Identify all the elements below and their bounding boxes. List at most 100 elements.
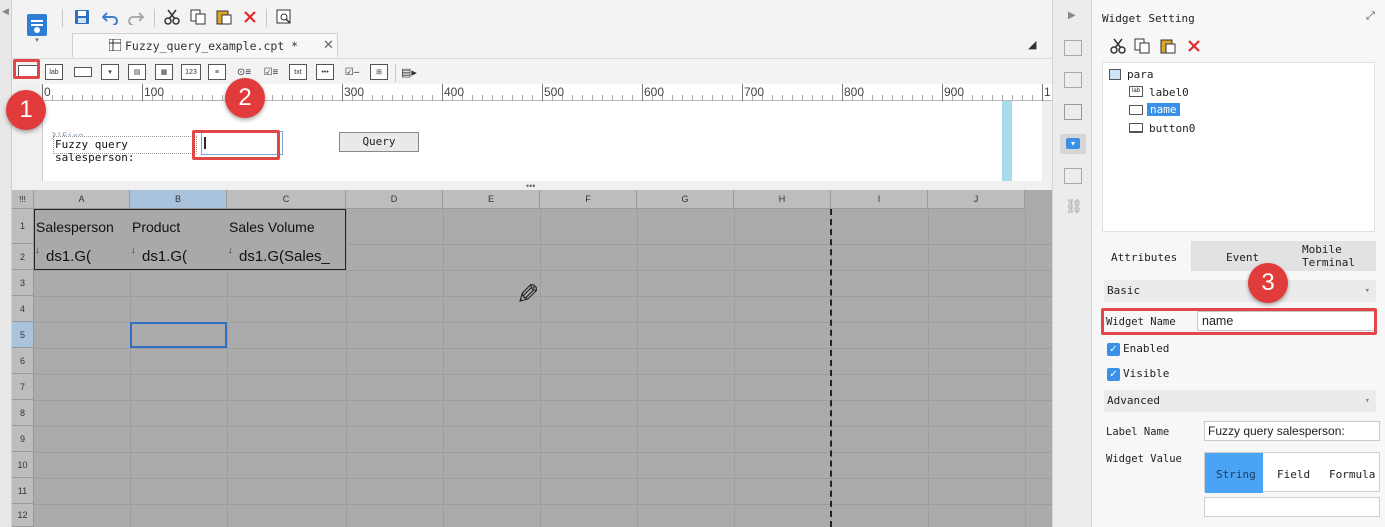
row-header[interactable]: 3 (12, 270, 34, 296)
list-widget-icon[interactable]: ▤ (128, 64, 146, 80)
float-element-icon[interactable] (1064, 104, 1082, 120)
basic-section[interactable]: Basic ▾ (1104, 280, 1376, 302)
cell-element-icon[interactable] (1064, 40, 1082, 56)
column-header[interactable]: F (540, 190, 637, 209)
more-widgets-icon[interactable]: ▤▸ (400, 64, 418, 80)
column-header[interactable]: A (34, 190, 130, 209)
column-header[interactable]: C (227, 190, 346, 209)
date-widget-icon[interactable]: ▦ (155, 64, 173, 80)
collapse-panel-icon[interactable]: ⤢ (1366, 10, 1375, 23)
tab-attributes[interactable]: Attributes (1102, 241, 1192, 271)
query-button[interactable]: Query (339, 132, 419, 152)
password-widget-icon[interactable]: ••• (316, 64, 334, 80)
column-gridline (443, 209, 444, 527)
label-name-input[interactable]: Fuzzy query salesperson: (1204, 421, 1380, 441)
column-gridline (540, 209, 541, 527)
label-name-label: Label Name (1106, 426, 1170, 438)
column-header[interactable]: H (734, 190, 831, 209)
header-cell[interactable]: Salesperson (36, 219, 128, 235)
value-type-string[interactable]: String (1205, 453, 1263, 493)
hyperlink-icon[interactable]: ⛓ (1065, 198, 1083, 215)
label-widget[interactable]: Fuzzy query salesperson: (53, 136, 197, 164)
row-header[interactable]: 12 (12, 504, 34, 527)
preview-icon[interactable] (274, 7, 294, 27)
page-break-line (830, 209, 832, 527)
cell-attribute-icon[interactable] (1064, 72, 1082, 88)
ruler-label: 700 (744, 85, 765, 99)
text-widget-icon[interactable] (74, 67, 92, 77)
value-type-formula[interactable]: Formula (1321, 453, 1381, 493)
checkbox-group-icon[interactable]: ☑≡ (262, 64, 280, 80)
formula-cell[interactable]: ds1.G(Sales_ (239, 248, 344, 265)
undo-icon[interactable] (100, 7, 120, 27)
tree-widget-icon[interactable]: ⊞ (370, 64, 388, 80)
copy-icon[interactable] (188, 7, 208, 27)
file-tab[interactable]: Fuzzy_query_example.cpt * ✕ (72, 33, 338, 57)
selected-cell[interactable] (130, 322, 227, 348)
collapse-advanced-icon[interactable]: ▾ (1365, 390, 1370, 412)
row-header[interactable]: 5 (12, 322, 34, 348)
paste-widget-icon[interactable] (1158, 36, 1178, 56)
ruler-label: 600 (644, 85, 665, 99)
tree-item-name[interactable]: name (1147, 103, 1180, 116)
row-header[interactable]: 11 (12, 478, 34, 504)
row-header[interactable]: 7 (12, 374, 34, 400)
column-header[interactable]: E (443, 190, 540, 209)
cut-widget-icon[interactable] (1108, 36, 1128, 56)
ruler-label: 400 (444, 85, 465, 99)
widget-value-input[interactable] (1204, 497, 1380, 517)
tab-mobile-terminal[interactable]: Mobile Terminal (1292, 241, 1376, 271)
column-header[interactable]: J (928, 190, 1025, 209)
condition-attribute-icon[interactable] (1064, 168, 1082, 184)
row-header[interactable]: 8 (12, 400, 34, 426)
text-field-icon[interactable]: txt (289, 64, 307, 80)
widget-setting-icon[interactable]: ▾ (1060, 134, 1086, 154)
label-node-icon: lab (1129, 86, 1143, 97)
dropdown-widget-icon[interactable]: ▾ (101, 64, 119, 80)
label-widget-icon[interactable]: lab (45, 64, 63, 80)
template-menu-icon[interactable]: ▾ (24, 10, 50, 44)
row-header[interactable]: 4 (12, 296, 34, 322)
row-header[interactable]: 6 (12, 348, 34, 374)
paste-icon[interactable] (214, 7, 234, 27)
formula-cell[interactable]: ds1.G( (142, 248, 225, 265)
tab-menu-icon[interactable]: ◢ (1028, 38, 1036, 51)
row-header[interactable]: 1 (12, 209, 34, 244)
left-collapse-strip[interactable]: ◀ (0, 0, 12, 527)
collapse-basic-icon[interactable]: ▾ (1365, 280, 1370, 302)
collapse-left-icon[interactable]: ◀ (2, 6, 9, 17)
textarea-widget-icon[interactable]: ≡ (208, 64, 226, 80)
grid-corner[interactable]: !!! (12, 190, 34, 209)
tree-item-button0[interactable]: button0 (1149, 122, 1195, 135)
visible-checkbox[interactable]: ✓ (1107, 368, 1120, 381)
delete-icon[interactable] (240, 7, 260, 27)
row-header[interactable]: 2 (12, 244, 34, 270)
horizontal-ruler: 01002003004005006007008009001157PX (42, 84, 1052, 110)
checkbox-widget-icon[interactable]: ☑– (343, 64, 361, 80)
row-header[interactable]: 9 (12, 426, 34, 452)
row-header[interactable]: 10 (12, 452, 34, 478)
tree-item-label0[interactable]: label0 (1149, 86, 1189, 99)
column-header[interactable]: I (831, 190, 928, 209)
header-cell[interactable]: Product (132, 219, 225, 235)
formula-cell[interactable]: ds1.G( (46, 248, 128, 265)
cut-icon[interactable] (162, 7, 182, 27)
column-header[interactable]: D (346, 190, 443, 209)
number-widget-icon[interactable]: 123 (181, 64, 201, 80)
widget-value-label: Widget Value (1106, 453, 1182, 465)
column-header[interactable]: B (130, 190, 227, 209)
expand-right-icon[interactable]: ▶ (1068, 10, 1076, 21)
save-icon[interactable] (72, 7, 92, 27)
enabled-checkbox[interactable]: ✓ (1107, 343, 1120, 356)
value-type-field[interactable]: Field (1263, 453, 1321, 493)
tree-item-para[interactable]: para (1127, 68, 1154, 81)
advanced-section[interactable]: Advanced ▾ (1104, 390, 1376, 412)
redo-icon[interactable] (126, 7, 146, 27)
header-cell[interactable]: Sales Volume (229, 219, 344, 235)
copy-widget-icon[interactable] (1132, 36, 1152, 56)
delete-widget-icon[interactable] (1184, 36, 1204, 56)
column-header[interactable]: G (637, 190, 734, 209)
report-grid[interactable]: !!! A B C D E F G H I J 1 2 3 4 5 6 7 8 9 10 11 12 Salesperson… (12, 190, 1052, 527)
close-tab-icon[interactable]: ✕ (323, 37, 334, 53)
parameter-width-bar[interactable] (1002, 101, 1012, 181)
